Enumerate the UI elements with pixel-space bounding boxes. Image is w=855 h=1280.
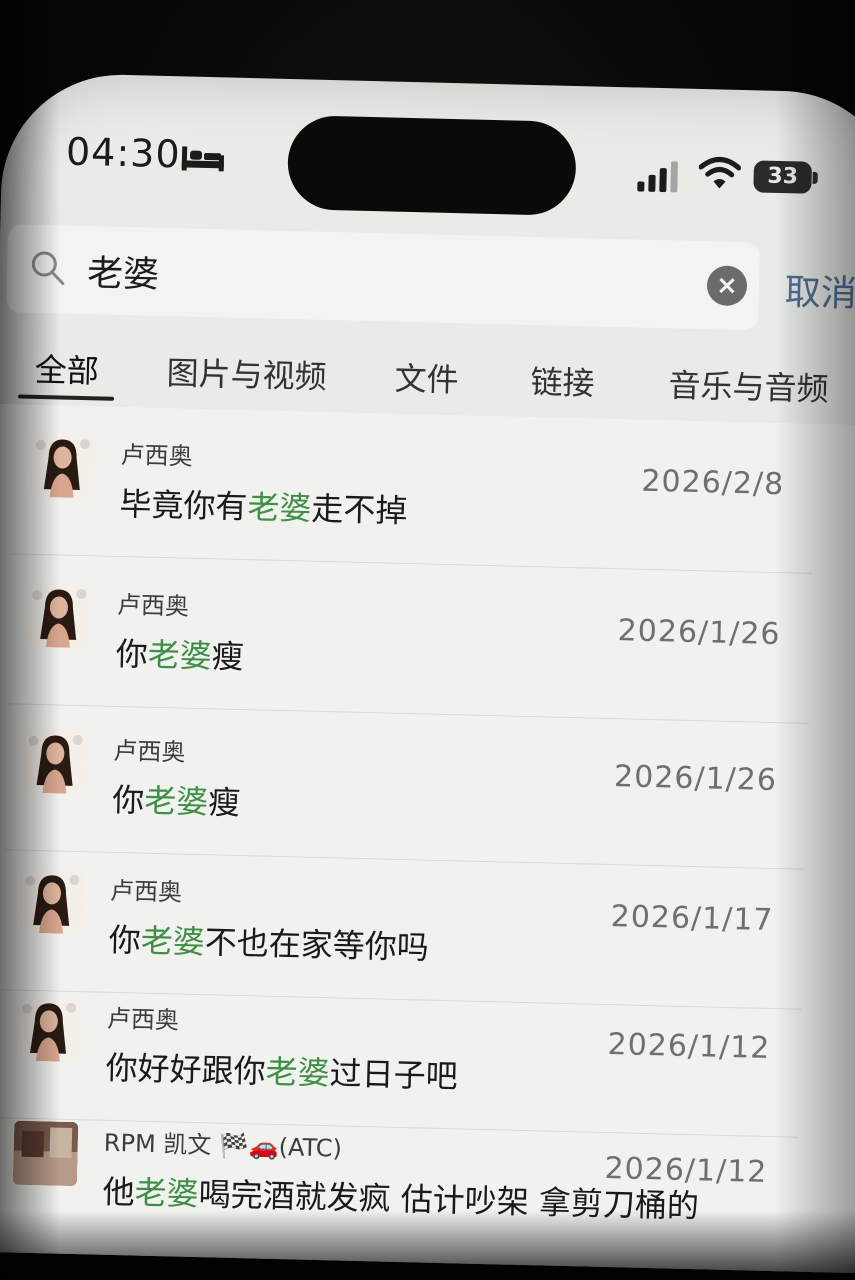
search-row: 老婆 × 取消 bbox=[0, 218, 855, 340]
keyword-highlight: 老婆 bbox=[143, 781, 209, 822]
keyword-highlight: 老婆 bbox=[265, 1052, 331, 1093]
tab-links[interactable]: 链接 bbox=[530, 357, 595, 405]
sender-name: RPM 凯文 🏁🚗(ATC) bbox=[103, 1128, 343, 1163]
battery-tip bbox=[812, 171, 818, 184]
sender-name: 卢西奥 bbox=[120, 440, 193, 471]
message-date: 2026/1/12 bbox=[604, 1151, 768, 1190]
keyword-highlight: 老婆 bbox=[147, 635, 213, 676]
avatar-illustration-icon bbox=[29, 432, 96, 499]
avatar-illustration-icon bbox=[18, 868, 85, 935]
avatar bbox=[18, 868, 85, 935]
avatar bbox=[12, 1120, 79, 1187]
cancel-button[interactable]: 取消 bbox=[784, 263, 855, 317]
avatar bbox=[15, 996, 82, 1063]
result-item[interactable]: 卢西奥 毕竟你有老婆走不掉 2026/2/8 bbox=[0, 404, 855, 575]
search-icon bbox=[31, 251, 65, 286]
phone-screen: 04:30 33 老婆 × 取消 全部 图片与视频 文件 链接 音乐与音频 卢西… bbox=[0, 72, 855, 1274]
keyword-highlight: 老婆 bbox=[134, 1173, 200, 1214]
battery-icon: 33 bbox=[753, 160, 813, 194]
sender-name: 卢西奥 bbox=[116, 590, 190, 621]
search-input[interactable]: 老婆 × bbox=[6, 224, 761, 331]
avatar bbox=[25, 582, 92, 649]
message-date: 2026/2/8 bbox=[641, 463, 785, 503]
bed-icon bbox=[181, 146, 225, 172]
result-item[interactable]: RPM 凯文 🏁🚗(ATC) 他老婆喝完酒就发疯 估计吵架 拿剪刀桶的 2026… bbox=[0, 1092, 839, 1263]
signal-icon bbox=[637, 161, 678, 193]
message-snippet: 你好好跟你老婆过日子吧 bbox=[105, 1048, 459, 1096]
keyword-highlight: 老婆 bbox=[246, 488, 312, 528]
message-date: 2026/1/12 bbox=[607, 1027, 771, 1067]
status-time: 04:30 bbox=[65, 129, 182, 177]
sender-name: 卢西奥 bbox=[113, 736, 186, 767]
photo-frame: 04:30 33 老婆 × 取消 全部 图片与视频 文件 链接 音乐与音频 卢西… bbox=[0, 0, 855, 1280]
sender-name: 卢西奥 bbox=[109, 876, 183, 907]
message-date: 2026/1/17 bbox=[610, 899, 774, 939]
avatar-illustration-icon bbox=[22, 728, 88, 795]
avatar-illustration-icon bbox=[15, 996, 82, 1063]
avatar bbox=[29, 432, 96, 499]
message-snippet: 你老婆不也在家等你吗 bbox=[108, 920, 430, 967]
tab-files[interactable]: 文件 bbox=[394, 354, 459, 402]
search-results-list: 卢西奥 毕竟你有老婆走不掉 2026/2/8 卢西奥 你老婆瘦 2026/1/2… bbox=[0, 403, 855, 1274]
avatar-illustration-icon bbox=[25, 582, 92, 649]
tab-all[interactable]: 全部 bbox=[34, 345, 99, 393]
keyword-highlight: 老婆 bbox=[140, 921, 206, 962]
dynamic-island bbox=[286, 114, 577, 216]
message-snippet: 毕竟你有老婆走不掉 bbox=[119, 484, 408, 530]
tab-music-audio[interactable]: 音乐与音频 bbox=[668, 360, 829, 410]
message-date: 2026/1/26 bbox=[617, 613, 781, 653]
tab-photos-videos[interactable]: 图片与视频 bbox=[166, 348, 327, 398]
wifi-icon bbox=[698, 157, 742, 189]
avatar-photo-icon bbox=[12, 1120, 79, 1187]
sender-name: 卢西奥 bbox=[106, 1004, 180, 1035]
result-item[interactable]: 卢西奥 你老婆瘦 2026/1/26 bbox=[0, 554, 852, 725]
message-date: 2026/1/26 bbox=[613, 759, 778, 799]
avatar bbox=[22, 728, 88, 795]
tab-active-indicator bbox=[18, 394, 115, 401]
message-snippet: 你老婆瘦 bbox=[115, 634, 245, 677]
status-bar: 04:30 33 bbox=[1, 72, 855, 233]
clear-icon[interactable]: × bbox=[706, 265, 748, 307]
message-snippet: 你老婆瘦 bbox=[111, 780, 241, 822]
search-query[interactable]: 老婆 bbox=[87, 244, 160, 298]
